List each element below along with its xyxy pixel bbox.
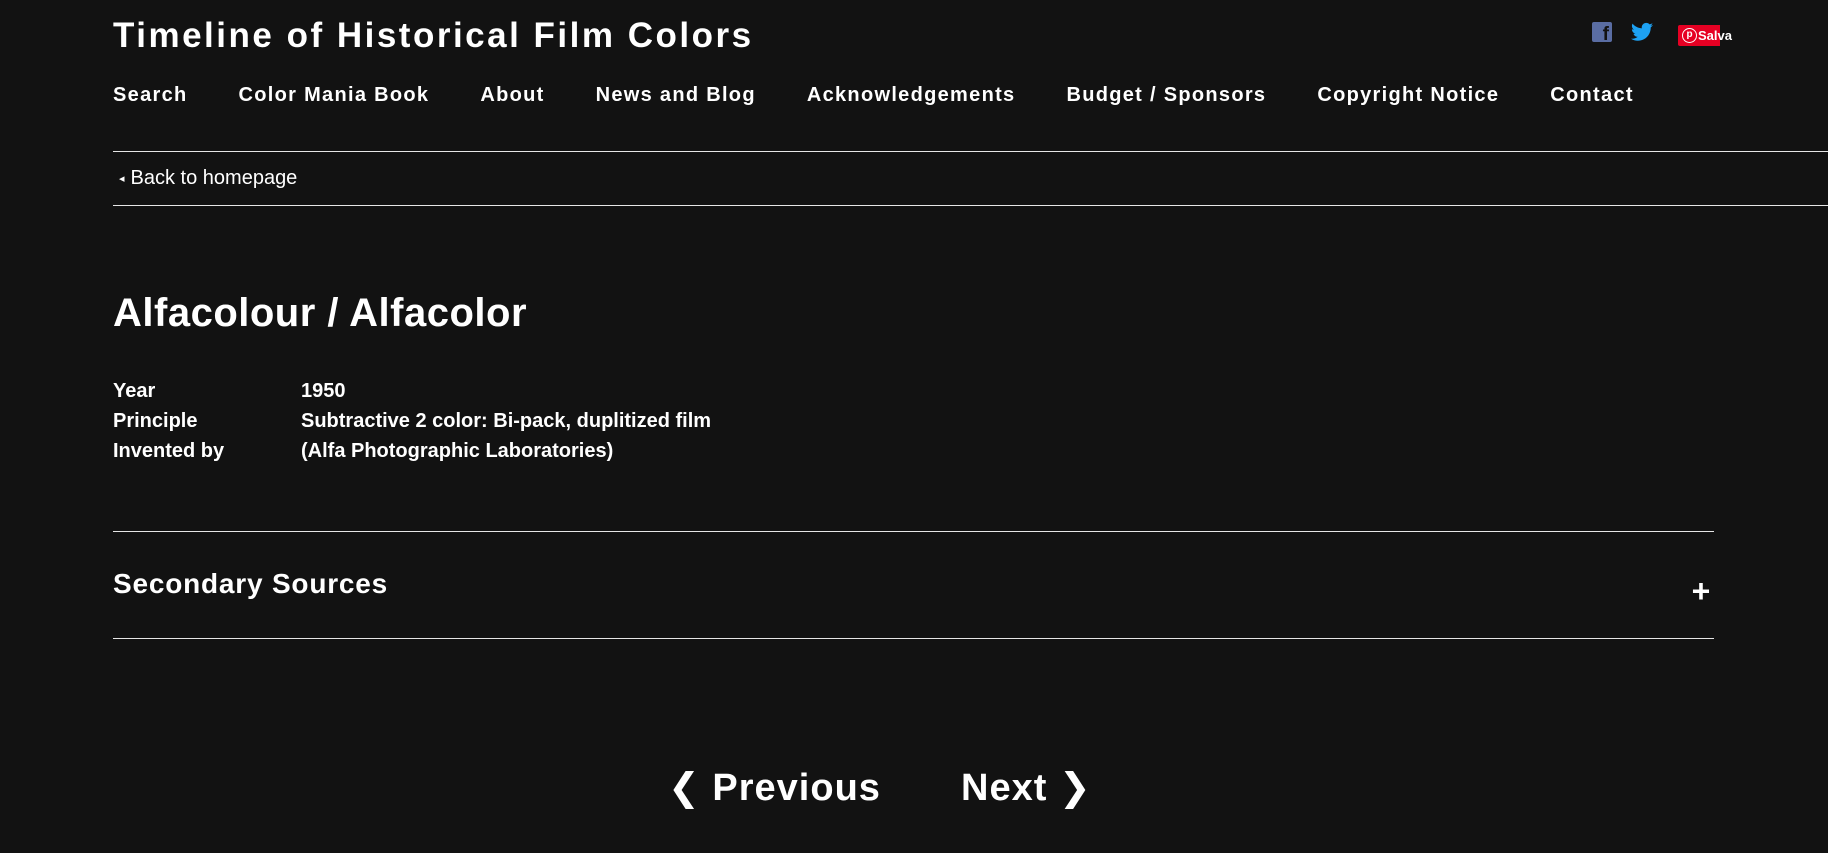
- detail-value: Subtractive 2 color: Bi-pack, duplitized…: [301, 410, 712, 432]
- breadcrumb-bottom-divider: [113, 205, 1828, 206]
- nav-item-acknowledgements[interactable]: Acknowledgements: [807, 84, 1016, 107]
- section-bottom-divider: [113, 638, 1714, 639]
- previous-button[interactable]: ❮ Previous: [668, 765, 881, 810]
- nav-item-budget-sponsors[interactable]: Budget / Sponsors: [1066, 84, 1266, 107]
- detail-row-invented-by: Invented by (Alfa Photographic Laborator…: [113, 440, 711, 470]
- breadcrumb-top-divider: [113, 151, 1828, 152]
- pinterest-icon: p: [1682, 28, 1697, 43]
- detail-label: Principle: [113, 410, 198, 432]
- detail-label: Year: [113, 380, 156, 402]
- back-link-label: Back to homepage: [130, 167, 298, 189]
- twitter-icon[interactable]: [1631, 22, 1653, 42]
- pinterest-save-label: Salva: [1698, 28, 1732, 43]
- nav-item-color-mania-book[interactable]: Color Mania Book: [239, 84, 430, 107]
- facebook-icon[interactable]: f: [1592, 21, 1612, 44]
- entry-pager: ❮ Previous Next ❯: [0, 765, 1828, 815]
- detail-label: Invented by: [113, 440, 225, 462]
- social-share-bar: f p Salva: [1592, 17, 1732, 46]
- back-arrow-icon: ◂: [119, 173, 125, 185]
- detail-row-year: Year 1950: [113, 380, 711, 410]
- secondary-sources-toggle[interactable]: Secondary Sources: [113, 568, 388, 600]
- pinterest-save-button[interactable]: p Salva: [1678, 25, 1732, 46]
- page-title: Alfacolour / Alfacolor: [113, 291, 528, 335]
- nav-item-about[interactable]: About: [480, 84, 544, 107]
- nav-item-copyright-notice[interactable]: Copyright Notice: [1317, 84, 1499, 107]
- site-title[interactable]: Timeline of Historical Film Colors: [113, 16, 754, 56]
- expand-plus-icon[interactable]: +: [1689, 574, 1713, 608]
- detail-row-principle: Principle Subtractive 2 color: Bi-pack, …: [113, 410, 711, 440]
- section-top-divider: [113, 531, 1714, 532]
- detail-value: 1950: [301, 380, 346, 402]
- nav-item-contact[interactable]: Contact: [1550, 84, 1634, 107]
- back-to-homepage-link[interactable]: ◂ Back to homepage: [119, 167, 297, 190]
- nav-item-news-and-blog[interactable]: News and Blog: [596, 84, 756, 107]
- nav-item-search[interactable]: Search: [113, 84, 188, 107]
- main-nav: Search Color Mania Book About News and B…: [113, 84, 1685, 107]
- detail-value: (Alfa Photographic Laboratories): [301, 440, 614, 462]
- entry-details: Year 1950 Principle Subtractive 2 color:…: [113, 380, 711, 470]
- next-button[interactable]: Next ❯: [961, 765, 1092, 810]
